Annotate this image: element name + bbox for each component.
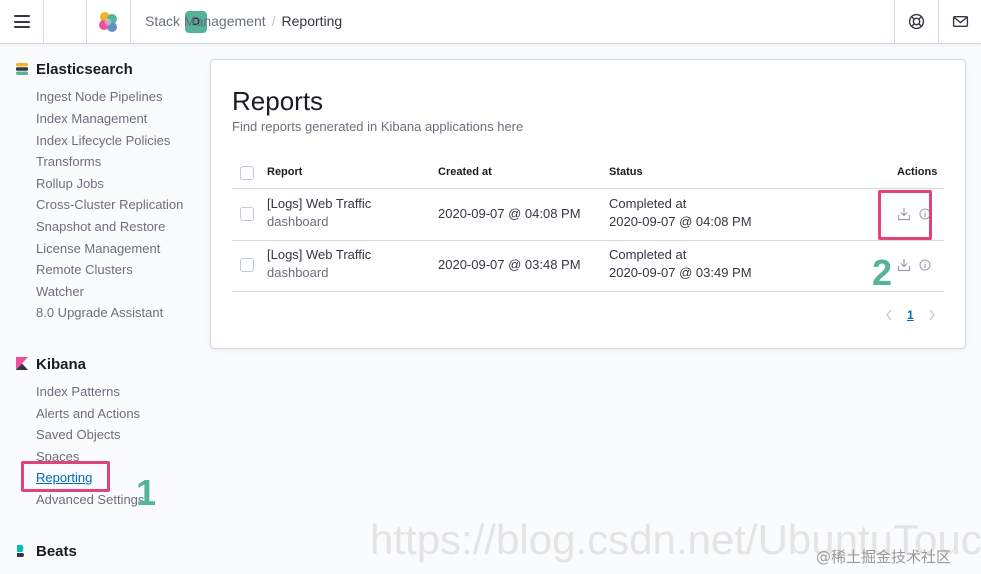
report-title-cell: [Logs] Web Traffic dashboard [267, 246, 371, 282]
sidebar-item-index-lifecycle-policies[interactable]: Index Lifecycle Policies [36, 133, 170, 148]
breadcrumb-reporting: Reporting [281, 13, 343, 29]
sidebar-item-advanced-settings[interactable]: Advanced Settings [36, 492, 144, 507]
section-title-label: Kibana [36, 356, 87, 373]
sidebar-item-transforms[interactable]: Transforms [36, 154, 101, 169]
top-header: D Stack Management / Reporting [0, 0, 981, 44]
beats-icon [17, 545, 24, 557]
sidebar-item-index-management[interactable]: Index Management [36, 111, 147, 126]
reports-panel: Reports Find reports generated in Kibana… [210, 59, 966, 349]
download-report-icon[interactable] [897, 258, 911, 272]
sidebar-item-rollup-jobs[interactable]: Rollup Jobs [36, 176, 104, 191]
page-title: Reports [232, 86, 324, 116]
column-header-report[interactable]: Report [267, 166, 302, 178]
select-all-checkbox[interactable] [240, 166, 254, 180]
status-cell: Completed at 2020-09-07 @ 03:49 PM [609, 246, 752, 282]
sidebar-item-upgrade-assistant[interactable]: 8.0 Upgrade Assistant [36, 305, 163, 320]
watermark-credit: @稀土掘金技术社区 [816, 548, 952, 566]
breadcrumb-separator: / [271, 13, 276, 29]
sidebar-item-remote-clusters[interactable]: Remote Clusters [36, 262, 133, 277]
highlight-box-download [878, 190, 932, 240]
mail-icon[interactable] [952, 13, 969, 30]
menu-section [0, 0, 44, 43]
section-kibana: Kibana [16, 356, 86, 373]
sidebar: Elasticsearch Ingest Node Pipelines Inde… [0, 44, 200, 574]
report-type: dashboard [267, 214, 329, 229]
sidebar-item-ingest-node-pipelines[interactable]: Ingest Node Pipelines [36, 89, 162, 104]
chevron-right-icon[interactable] [927, 308, 937, 322]
row-checkbox[interactable] [240, 258, 254, 272]
logo-section [44, 0, 117, 43]
status-label: Completed at [609, 196, 687, 211]
created-at-cell: 2020-09-07 @ 03:48 PM [438, 257, 581, 272]
section-title-label: Elasticsearch [36, 61, 133, 78]
column-header-actions: Actions [897, 166, 938, 178]
table-divider [232, 240, 944, 241]
table-divider [232, 291, 944, 292]
news-section [938, 0, 981, 43]
page-subtitle: Find reports generated in Kibana applica… [232, 119, 524, 134]
table-divider [232, 188, 944, 189]
section-beats: Beats [16, 543, 77, 560]
sidebar-item-cross-cluster-replication[interactable]: Cross-Cluster Replication [36, 197, 183, 212]
column-header-status[interactable]: Status [609, 166, 643, 178]
column-header-created-at[interactable]: Created at [438, 166, 492, 178]
created-at-cell: 2020-09-07 @ 04:08 PM [438, 206, 581, 221]
report-title: [Logs] Web Traffic [267, 247, 372, 262]
sidebar-item-snapshot-and-restore[interactable]: Snapshot and Restore [36, 219, 165, 234]
hamburger-menu-icon[interactable] [14, 15, 30, 28]
help-lifebuoy-icon[interactable] [908, 13, 925, 30]
page-number-button[interactable]: 1 [907, 308, 914, 322]
status-time: 2020-09-07 @ 04:08 PM [609, 214, 752, 229]
kibana-icon [16, 357, 28, 370]
sidebar-item-alerts-and-actions[interactable]: Alerts and Actions [36, 406, 140, 421]
sidebar-item-saved-objects[interactable]: Saved Objects [36, 427, 121, 442]
report-title: [Logs] Web Traffic [267, 196, 372, 211]
sidebar-item-license-management[interactable]: License Management [36, 241, 160, 256]
sidebar-item-watcher[interactable]: Watcher [36, 284, 84, 299]
highlight-box-reporting [21, 461, 110, 492]
row-checkbox[interactable] [240, 207, 254, 221]
status-label: Completed at [609, 247, 687, 262]
report-type: dashboard [267, 265, 329, 280]
sidebar-item-index-patterns[interactable]: Index Patterns [36, 384, 120, 399]
status-time: 2020-09-07 @ 03:49 PM [609, 265, 752, 280]
breadcrumb: Stack Management / Reporting [145, 13, 342, 29]
chevron-left-icon[interactable] [884, 308, 894, 322]
elasticsearch-icon [16, 63, 28, 75]
status-cell: Completed at 2020-09-07 @ 04:08 PM [609, 195, 752, 231]
breadcrumb-stack-management[interactable]: Stack Management [145, 13, 266, 29]
space-section: D [87, 0, 207, 43]
step-number-2: 2 [872, 252, 893, 293]
section-elasticsearch: Elasticsearch [16, 61, 133, 78]
section-title-label: Beats [36, 543, 77, 560]
step-number-1: 1 [136, 472, 157, 513]
report-title-cell: [Logs] Web Traffic dashboard [267, 195, 371, 231]
info-icon[interactable] [919, 259, 931, 271]
help-section [894, 0, 938, 43]
